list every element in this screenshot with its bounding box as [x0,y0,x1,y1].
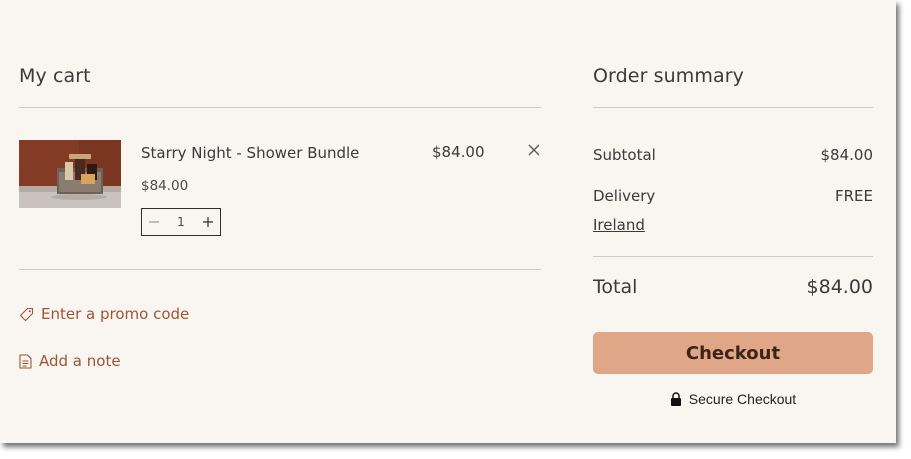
checkout-button[interactable]: Checkout [593,332,873,374]
delivery-region-link[interactable]: Ireland [593,216,645,234]
promo-code-label: Enter a promo code [41,305,190,323]
cart-page: My cart Starry Night - Shower Bundle $84… [0,0,896,443]
tag-icon [19,307,34,321]
secure-checkout-label: Secure Checkout [688,391,797,407]
product-line-price: $84.00 [432,143,485,161]
close-icon [528,144,540,156]
summary-divider-bottom [593,256,873,257]
secure-checkout: Secure Checkout [593,391,873,407]
cart-title: My cart [19,65,91,87]
delivery-value: FREE [834,187,873,205]
minus-icon [149,221,159,223]
increase-quantity-button[interactable] [196,209,220,235]
summary-divider-top [593,107,873,108]
decrease-quantity-button[interactable] [142,209,166,235]
product-name[interactable]: Starry Night - Shower Bundle [141,144,359,162]
subtotal-value: $84.00 [820,146,874,164]
add-note-label: Add a note [39,352,121,370]
add-note-link[interactable]: Add a note [19,352,121,370]
quantity-input[interactable]: 1 [166,209,196,235]
promo-code-link[interactable]: Enter a promo code [19,305,189,323]
cart-divider-bottom [19,269,541,270]
product-unit-price: $84.00 [141,178,189,194]
lock-icon [670,392,681,406]
remove-item-button[interactable] [526,142,542,158]
summary-title: Order summary [593,65,744,87]
total-value: $84.00 [806,276,873,298]
quantity-stepper: 1 [141,208,221,236]
subtotal-label: Subtotal [593,146,656,164]
product-image[interactable] [19,140,121,208]
total-label: Total [593,276,638,298]
note-icon [19,353,32,369]
plus-icon [203,217,213,227]
product-photo [19,140,121,208]
cart-divider-top [19,107,541,108]
delivery-label: Delivery [593,187,656,205]
